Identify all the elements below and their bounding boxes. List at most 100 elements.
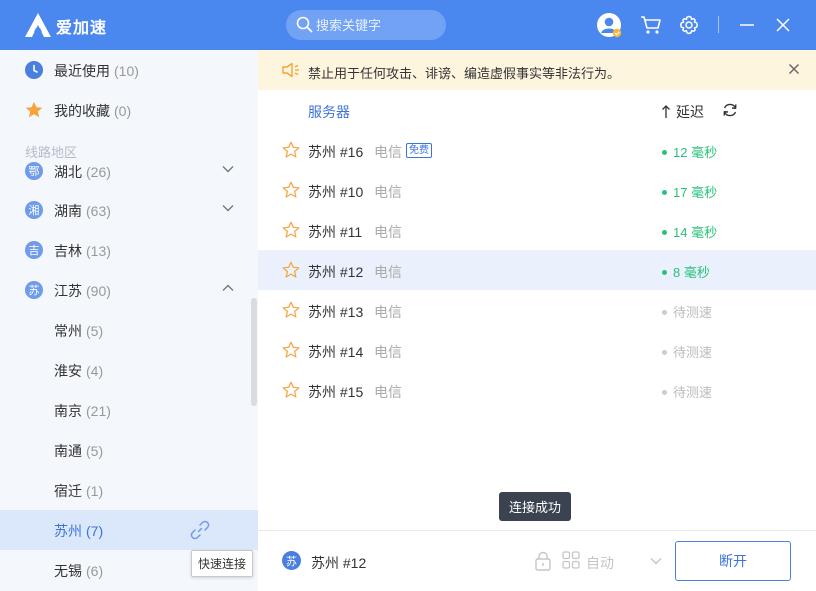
server-name: 苏州 #16 (308, 144, 364, 160)
city-count: (4) (86, 363, 104, 379)
sort-up-icon[interactable] (661, 104, 671, 120)
city-count: (7) (86, 523, 104, 539)
server-isp: 电信 (374, 224, 402, 240)
search-box[interactable] (286, 10, 446, 40)
region-badge: 鄂 (25, 162, 43, 180)
server-isp: 电信 (374, 144, 402, 160)
region-badge: 湘 (25, 201, 43, 219)
search-input[interactable] (316, 15, 438, 35)
close-icon[interactable] (788, 63, 800, 75)
sidebar-city-suzhou[interactable]: 苏州 (7) (0, 510, 258, 550)
latency-value: 待测速 (673, 385, 713, 400)
chevron-down-icon[interactable] (222, 165, 234, 173)
server-name: 苏州 #13 (308, 304, 364, 320)
server-latency: 待测速 (662, 302, 712, 321)
titlebar-divider (718, 16, 719, 33)
search-icon (296, 16, 313, 33)
city-label: 无锡 (54, 563, 82, 579)
sidebar-item-hunan[interactable]: 湘 湖南 (63) (0, 190, 258, 230)
sidebar-city-nanjing[interactable]: 南京 (21) (0, 390, 258, 430)
server-row[interactable]: 苏州 #14 电信 待测速 (258, 330, 816, 370)
sidebar-item-jilin[interactable]: 吉 吉林 (13) (0, 230, 258, 270)
quick-connect-icon[interactable] (190, 520, 210, 540)
server-row[interactable]: 苏州 #13 电信 待测速 (258, 290, 816, 330)
connection-footer: 苏 苏州 #12 自动 断开 (258, 530, 816, 591)
cart-button[interactable] (638, 12, 664, 38)
server-name: 苏州 #11 (308, 224, 363, 240)
refresh-icon[interactable] (722, 102, 738, 118)
city-count: (5) (86, 443, 104, 459)
sidebar-item-hubei[interactable]: 鄂 湖北 (26) (0, 151, 258, 191)
gear-icon (679, 15, 699, 35)
status-dot (662, 390, 667, 396)
column-header-servers[interactable]: 服务器 (308, 102, 350, 122)
status-dot (662, 190, 667, 196)
server-latency: 8 毫秒 (662, 262, 710, 281)
app-title: 爱加速 (56, 20, 108, 37)
speaker-icon (282, 62, 299, 78)
favorite-star-icon[interactable] (282, 181, 300, 199)
city-count: (1) (86, 483, 104, 499)
latency-value: 14 毫秒 (673, 225, 718, 240)
status-dot (662, 350, 667, 356)
close-window-button[interactable] (770, 12, 796, 38)
city-count: (21) (86, 403, 111, 419)
sidebar-item-jiangsu[interactable]: 苏 江苏 (90) (0, 270, 258, 310)
sidebar-item-favorites[interactable]: 我的收藏 (0) (0, 90, 258, 130)
sidebar-scrollbar[interactable] (251, 298, 257, 406)
server-isp: 电信 (374, 344, 402, 360)
status-dot (662, 270, 667, 276)
region-label: 湖北 (54, 164, 82, 180)
server-row-selected[interactable]: 苏州 #12 电信 8 毫秒 (258, 250, 816, 290)
sidebar-city-nantong[interactable]: 南通 (5) (0, 430, 258, 470)
server-latency: 待测速 (662, 342, 712, 361)
latency-value: 17 毫秒 (673, 185, 718, 200)
sidebar-item-label: 我的收藏 (54, 103, 110, 119)
city-label: 宿迁 (54, 483, 82, 499)
city-label: 南京 (54, 403, 82, 419)
disconnect-button[interactable]: 断开 (675, 541, 791, 581)
server-latency: 14 毫秒 (662, 222, 717, 241)
sidebar-city-huaian[interactable]: 淮安 (4) (0, 350, 258, 390)
latency-value: 8 毫秒 (673, 265, 710, 280)
favorite-star-icon[interactable] (282, 301, 300, 319)
column-header-latency[interactable]: 延迟 (676, 102, 704, 122)
server-name: 苏州 #10 (308, 184, 364, 200)
minimize-button[interactable] (734, 12, 760, 38)
server-isp: 电信 (374, 184, 402, 200)
server-row[interactable]: 苏州 #11 电信 14 毫秒 (258, 210, 816, 250)
server-name: 苏州 #12 (308, 264, 364, 280)
favorite-star-icon[interactable] (282, 261, 300, 279)
server-row[interactable]: 苏州 #16 电信 免费 12 毫秒 (258, 130, 816, 170)
title-bar: 爱加速 (0, 0, 816, 50)
sidebar-item-recent[interactable]: 最近使用 (10) (0, 50, 258, 90)
lock-icon (535, 551, 551, 571)
region-label: 吉林 (54, 243, 82, 259)
server-name: 苏州 #15 (308, 384, 364, 400)
city-label: 苏州 (54, 523, 82, 539)
chevron-up-icon[interactable] (222, 284, 234, 292)
cart-icon (641, 16, 661, 34)
chevron-down-icon[interactable] (222, 204, 234, 212)
mode-select[interactable]: 自动 (586, 553, 614, 573)
sidebar-item-count: (10) (114, 63, 139, 79)
favorite-star-icon[interactable] (282, 141, 300, 159)
latency-value: 12 毫秒 (673, 145, 718, 160)
chevron-down-icon[interactable] (650, 557, 662, 565)
sidebar-city-suqian[interactable]: 宿迁 (1) (0, 470, 258, 510)
settings-button[interactable] (676, 12, 702, 38)
region-count: (90) (86, 283, 111, 299)
favorite-star-icon[interactable] (282, 341, 300, 359)
region-count: (26) (86, 164, 111, 180)
server-row[interactable]: 苏州 #10 电信 17 毫秒 (258, 170, 816, 210)
server-latency: 待测速 (662, 382, 712, 401)
sidebar-city-changzhou[interactable]: 常州 (5) (0, 310, 258, 350)
server-row[interactable]: 苏州 #15 电信 待测速 (258, 370, 816, 410)
region-label: 湖南 (54, 203, 82, 219)
favorite-star-icon[interactable] (282, 221, 300, 239)
favorite-star-icon[interactable] (282, 381, 300, 399)
sidebar: 最近使用 (10) 我的收藏 (0) 线路地区 鄂 湖北 (26) 湘 湖南 (63) … (0, 50, 258, 591)
grid-mode-icon (562, 551, 580, 569)
quick-connect-tooltip: 快速连接 (191, 550, 254, 577)
user-avatar-button[interactable] (596, 12, 622, 38)
